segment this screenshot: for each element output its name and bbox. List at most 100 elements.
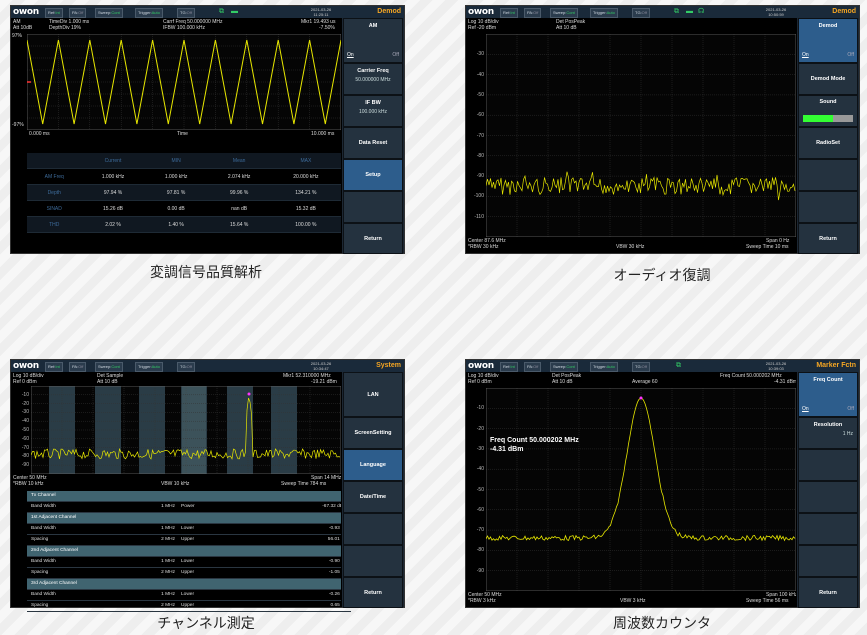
sweep-indicator: Sweep:Cont	[550, 362, 578, 372]
table-header: MAX	[270, 153, 341, 169]
table-cell: 134.21 %	[270, 184, 341, 201]
volume-bar[interactable]	[803, 115, 853, 122]
y-bottom-label: -97%	[12, 122, 24, 128]
table-row: Depth 97.94 % 97.81 % 99.96 % 134.21 %	[27, 184, 341, 201]
channel-row: Band Width 1 MHz Lower -0.90 dB	[27, 557, 351, 568]
table-row: THD 2.02 % 1.40 % 15.64 % 100.00 %	[27, 216, 341, 233]
freq-count-toggle-button[interactable]: Freq Count On Off	[798, 372, 858, 417]
lan-button[interactable]: LAN	[343, 372, 403, 417]
rbw-label: *RBW 3 kHz	[468, 598, 496, 604]
caption-channel-measurement: チャンネル測定	[157, 615, 255, 631]
table-cell: 1.000 kHz	[81, 168, 145, 185]
y-tick-label: -30	[476, 51, 484, 58]
return-button[interactable]: Return	[798, 223, 858, 254]
y-tick-label: -40	[476, 466, 484, 473]
table-header-row: Current MIN Mean MAX	[27, 153, 341, 169]
rbw-label: *RBW 30 kHz	[468, 244, 499, 250]
empty-softkey[interactable]	[343, 545, 403, 577]
ref-indicator: Ref:Int	[45, 8, 63, 18]
brand-logo: owon	[13, 7, 39, 17]
pa-indicator: PA:Off	[524, 362, 542, 372]
empty-softkey[interactable]	[798, 513, 858, 545]
ref-indicator: Ref:Int	[500, 8, 518, 18]
channel-cell: 2 MHz	[161, 603, 175, 608]
caption-audio-demod: オーディオ復調	[613, 267, 711, 283]
trigger-indicator: Trigger:Auto	[135, 8, 163, 18]
table-header: Current	[81, 153, 145, 169]
mode-title: Demod	[377, 8, 401, 15]
table-cell: 2.074 kHz	[207, 168, 271, 185]
carrier-freq-button[interactable]: Carrier Freq 50.000000 MHz	[343, 63, 403, 95]
channel-cell: 1 MHz	[161, 592, 175, 597]
y-tick-label: -90	[476, 173, 484, 180]
screen-setting-button[interactable]: ScreenSetting	[343, 417, 403, 449]
table-cell: 1.000 kHz	[144, 168, 208, 185]
freq-count-level: -4.31 dBm	[490, 446, 524, 453]
table-cell: 20.000 kHz	[270, 168, 341, 185]
table-cell: 97.94 %	[81, 184, 145, 201]
table-cell: nan dB	[207, 200, 271, 217]
datetime: 2021-03-26 10:34:47	[310, 361, 332, 371]
channel-cell: 1 MHz	[161, 526, 175, 531]
marker-value: -19.21 dBm	[311, 379, 337, 385]
marker-1	[247, 392, 251, 396]
return-button[interactable]: Return	[343, 577, 403, 608]
channel-cell: Lower	[181, 526, 195, 531]
sound-button[interactable]: Sound	[798, 95, 858, 127]
table-cell: 97.81 %	[144, 184, 208, 201]
channel-cell: Spacing	[31, 570, 49, 575]
channel-cell: Spacing	[31, 603, 49, 608]
empty-softkey[interactable]	[798, 481, 858, 513]
return-button[interactable]: Return	[343, 223, 403, 254]
pa-indicator: PA:Off	[524, 8, 542, 18]
y-tick-label: -70	[21, 444, 29, 451]
y-tick-label: -50	[476, 91, 484, 98]
resolution-button[interactable]: Resolution 1 Hz	[798, 417, 858, 449]
datetime: 2021-03-26 10:39:03	[765, 361, 787, 371]
ref-level-readout: Ref 0 dBm	[468, 379, 492, 385]
channel-cell: Power	[181, 504, 195, 509]
status-bar: owon Ref:Int PA:Off Sweep:Cont Trigger:A…	[466, 360, 859, 372]
ifbw-readout: IFBW 100.000 kHz	[163, 25, 205, 31]
setup-button[interactable]: Setup	[343, 159, 403, 191]
empty-softkey[interactable]	[798, 159, 858, 191]
sweep-time-label: Sweep Time 10 ms	[746, 244, 789, 250]
table-cell: SINAD	[27, 200, 82, 217]
ref-indicator: Ref:Int	[45, 362, 63, 372]
channel-cell: Upper	[181, 603, 195, 608]
depth-div: DepthDiv 19%	[49, 25, 81, 31]
demod-toggle-button[interactable]: Demod On Off	[798, 18, 858, 63]
am-toggle-button[interactable]: AM On Off	[343, 18, 403, 63]
demod-mode-button[interactable]: Demod Mode	[798, 63, 858, 95]
date-time-button[interactable]: Date/Time	[343, 481, 403, 513]
empty-softkey[interactable]	[798, 191, 858, 223]
channel-cell: Band Width	[31, 592, 56, 597]
return-button[interactable]: Return	[798, 577, 858, 608]
language-button[interactable]: Language	[343, 449, 403, 481]
tg-indicator: TG:Off	[632, 8, 650, 18]
radio-set-button[interactable]: RadioSet	[798, 127, 858, 159]
empty-softkey[interactable]	[343, 513, 403, 545]
ref-level-readout: Ref 0 dBm	[13, 379, 37, 385]
freq-count-label: Freq Count 50.000202 MHz	[490, 437, 579, 444]
channel-cell: Band Width	[31, 504, 56, 509]
channel-row: Spacing 2 MHz Upper 0.65 dB	[27, 601, 351, 612]
channel-cell: 2 MHz	[161, 570, 175, 575]
y-tick-label: -50	[476, 486, 484, 493]
channel-header: Tx Channel	[27, 491, 351, 502]
table-row: AM Freq 1.000 kHz 1.000 kHz 2.074 kHz 20.000…	[27, 168, 341, 185]
empty-softkey[interactable]	[798, 449, 858, 481]
data-reset-button[interactable]: Data Reset	[343, 127, 403, 159]
y-tick-label: -80	[476, 152, 484, 159]
empty-softkey[interactable]	[343, 191, 403, 223]
y-tick-label: -10	[21, 391, 29, 398]
trigger-indicator: Trigger:Auto	[590, 362, 618, 372]
channel-row: Band Width 1 MHz Lower -0.93 dB	[27, 524, 351, 535]
if-bw-button[interactable]: IF BW 100.000 kHz	[343, 95, 403, 127]
count-level-readout: -4.31 dBm	[774, 379, 798, 385]
empty-softkey[interactable]	[798, 545, 858, 577]
channel-header: 2nd Adjacent Channel	[27, 546, 351, 557]
table-header: Mean	[207, 153, 271, 169]
brand-logo: owon	[13, 361, 39, 371]
channel-cell: Band Width	[31, 559, 56, 564]
